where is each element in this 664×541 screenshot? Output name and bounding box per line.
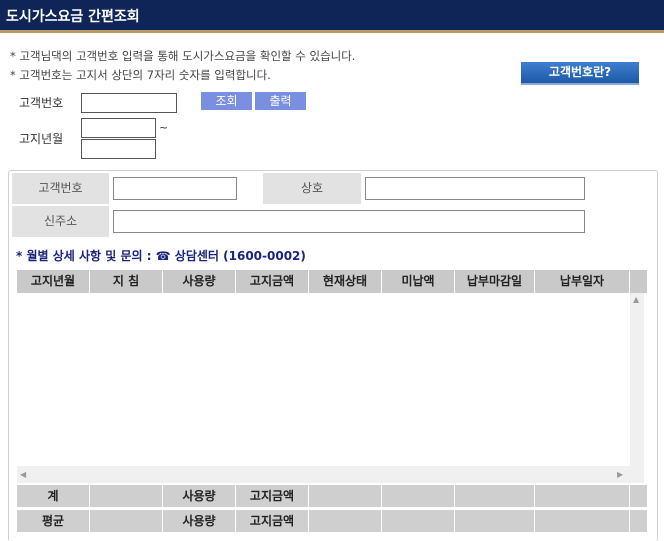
query-button[interactable]: 조회 bbox=[201, 92, 252, 110]
customer-number-help-button[interactable]: 고객번호란? bbox=[521, 62, 639, 85]
average-cell bbox=[630, 510, 647, 532]
billing-month-label: 고지년월 bbox=[19, 132, 64, 146]
col-unpaid-amount: 미납액 bbox=[382, 270, 455, 293]
note-line-1: * 고객님댁의 고객번호 입력을 통해 도시가스요금을 확인할 수 있습니다. bbox=[10, 49, 356, 63]
total-cell bbox=[630, 485, 647, 507]
note-line-2: * 고객번호는 고지서 상단의 7자리 숫자를 입력합니다. bbox=[10, 68, 271, 82]
scroll-up-icon[interactable]: ▲ bbox=[633, 295, 639, 304]
average-amount: 고지금액 bbox=[236, 510, 309, 532]
horizontal-scrollbar[interactable]: ◀ ▶ bbox=[17, 466, 630, 483]
total-cell bbox=[309, 485, 382, 507]
average-cell bbox=[535, 510, 630, 532]
col-usage: 사용량 bbox=[163, 270, 236, 293]
average-cell bbox=[90, 510, 163, 532]
table-header: 고지년월 지 침 사용량 고지금액 현재상태 미납액 납부마감일 납부일자 bbox=[17, 270, 647, 293]
average-usage: 사용량 bbox=[163, 510, 236, 532]
total-cell bbox=[90, 485, 163, 507]
col-payment-date: 납부일자 bbox=[535, 270, 630, 293]
detail-customer-number-field bbox=[113, 177, 237, 200]
total-amount: 고지금액 bbox=[236, 485, 309, 507]
total-usage: 사용량 bbox=[163, 485, 236, 507]
total-cell bbox=[382, 485, 455, 507]
col-billing-month: 고지년월 bbox=[17, 270, 90, 293]
col-meter-reading: 지 침 bbox=[90, 270, 163, 293]
total-cell bbox=[455, 485, 535, 507]
average-cell bbox=[455, 510, 535, 532]
detail-company-label: 상호 bbox=[263, 173, 361, 204]
table-body bbox=[17, 293, 630, 466]
average-cell bbox=[382, 510, 455, 532]
total-label: 계 bbox=[17, 485, 90, 507]
detail-customer-number-label: 고객번호 bbox=[12, 173, 109, 204]
col-spacer bbox=[630, 270, 647, 293]
page-title: 도시가스요금 간편조회 bbox=[6, 9, 140, 25]
scroll-right-icon[interactable]: ▶ bbox=[617, 470, 623, 479]
scrollbar-corner bbox=[630, 466, 644, 483]
col-billed-amount: 고지금액 bbox=[236, 270, 309, 293]
total-row: 계 사용량 고지금액 bbox=[17, 485, 647, 507]
detail-address-label: 신주소 bbox=[12, 206, 109, 237]
scroll-left-icon[interactable]: ◀ bbox=[20, 470, 26, 479]
average-cell bbox=[309, 510, 382, 532]
detail-company-field bbox=[365, 177, 585, 200]
customer-number-input[interactable] bbox=[81, 93, 177, 113]
col-status: 현재상태 bbox=[309, 270, 382, 293]
vertical-scrollbar[interactable]: ▲ bbox=[630, 293, 644, 466]
range-separator: ~ bbox=[159, 121, 169, 134]
average-label: 평균 bbox=[17, 510, 90, 532]
average-row: 평균 사용량 고지금액 bbox=[17, 510, 647, 532]
billing-month-from-input[interactable] bbox=[81, 118, 156, 138]
customer-number-label: 고객번호 bbox=[19, 96, 64, 110]
detail-address-field bbox=[113, 210, 585, 233]
billing-month-to-input[interactable] bbox=[81, 139, 156, 159]
col-payment-due-date: 납부마감일 bbox=[455, 270, 535, 293]
print-button[interactable]: 출력 bbox=[255, 92, 306, 110]
inquiry-info: * 월별 상세 사항 및 문의 : ☎ 상담센터 (1600-0002) bbox=[16, 249, 306, 263]
total-cell bbox=[535, 485, 630, 507]
title-bar: 도시가스요금 간편조회 bbox=[0, 0, 664, 33]
